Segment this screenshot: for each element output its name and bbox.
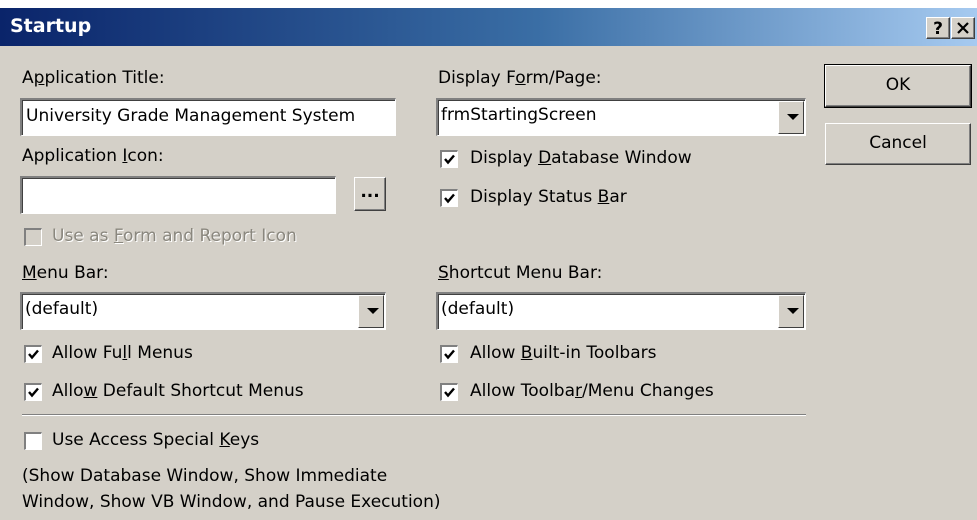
allow-toolbar-changes-label: Allow Toolbar/Menu Changes [470, 381, 714, 401]
shortcut-menu-bar-dropdown-icon[interactable] [778, 295, 804, 328]
allow-full-menus-label: Allow Full Menus [52, 343, 193, 363]
allow-builtin-toolbars-label: Allow Built-in Toolbars [470, 343, 657, 363]
app-icon-label: Application Icon: [22, 146, 164, 166]
menu-bar-select[interactable]: (default) [20, 292, 386, 330]
app-title-input[interactable]: University Grade Management System [20, 98, 396, 136]
browse-icon-button[interactable]: ... [354, 177, 386, 211]
display-status-bar-checkbox[interactable] [440, 189, 458, 207]
app-title-value: University Grade Management System [26, 106, 356, 126]
use-as-icon-checkbox[interactable] [24, 228, 42, 246]
cancel-button[interactable]: Cancel [825, 123, 971, 165]
ok-button[interactable]: OK [824, 64, 972, 108]
app-title-label: Application Title: [22, 68, 165, 88]
display-status-bar-label: Display Status Bar [470, 187, 627, 207]
checkmark-icon [444, 193, 455, 204]
shortcut-menu-bar-value: (default) [441, 299, 515, 319]
allow-toolbar-changes-checkbox[interactable] [440, 383, 458, 401]
special-keys-checkbox[interactable] [24, 432, 42, 450]
display-db-window-checkbox[interactable] [440, 150, 458, 168]
display-form-select[interactable]: frmStartingScreen [436, 98, 806, 136]
menu-bar-label: Menu Bar: [22, 263, 109, 283]
menu-bar-dropdown-icon[interactable] [358, 295, 384, 328]
checkmark-icon [28, 387, 39, 398]
menu-bar-value: (default) [25, 299, 99, 319]
separator-line [22, 414, 806, 416]
close-button[interactable] [951, 17, 975, 39]
app-icon-input[interactable] [20, 176, 336, 214]
allow-builtin-toolbars-checkbox[interactable] [440, 345, 458, 363]
special-keys-note-line1: (Show Database Window, Show Immediate [22, 466, 388, 486]
checkmark-icon [28, 349, 39, 360]
display-db-window-label: Display Database Window [470, 148, 692, 168]
top-strip [0, 0, 977, 8]
special-keys-note-line2: Window, Show VB Window, and Pause Execut… [22, 492, 441, 512]
special-keys-label: Use Access Special Keys [52, 430, 260, 450]
use-as-icon-label: Use as Form and Report Icon [52, 226, 297, 246]
checkmark-icon [444, 349, 455, 360]
display-form-value: frmStartingScreen [441, 105, 597, 125]
window-title: Startup [10, 15, 92, 37]
checkmark-icon [444, 387, 455, 398]
allow-full-menus-checkbox[interactable] [24, 345, 42, 363]
shortcut-menu-bar-label: Shortcut Menu Bar: [438, 263, 603, 283]
help-button[interactable]: ? [926, 17, 950, 39]
allow-default-shortcut-label: Allow Default Shortcut Menus [52, 381, 304, 401]
shortcut-menu-bar-select[interactable]: (default) [436, 292, 806, 330]
display-form-label: Display Form/Page: [438, 68, 602, 88]
title-bar: Startup ? [0, 8, 977, 46]
close-icon [957, 22, 969, 34]
allow-default-shortcut-checkbox[interactable] [24, 383, 42, 401]
display-form-dropdown-icon[interactable] [778, 101, 804, 134]
checkmark-icon [444, 154, 455, 165]
